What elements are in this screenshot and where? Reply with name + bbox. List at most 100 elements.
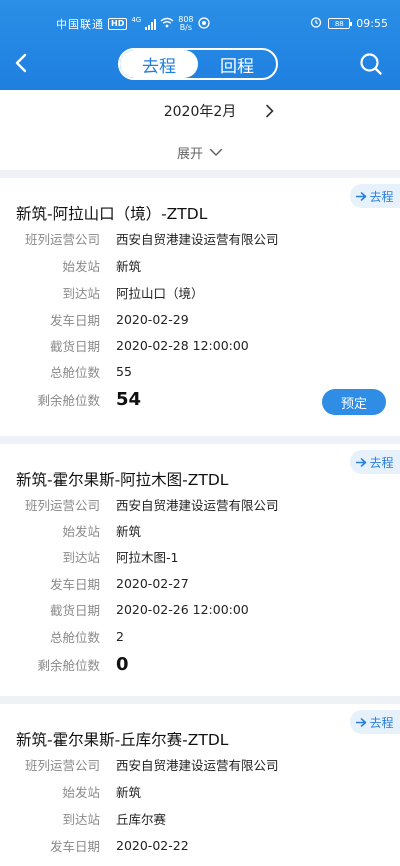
field-row: 始发站 新筑 [0, 255, 400, 275]
field-value: 55 [116, 363, 132, 379]
direction-tag-label: 去程 [369, 715, 394, 730]
field-row: 截货日期 2020-02-26 12:00:00 [0, 599, 400, 619]
direction-switch: 去程 回程 [118, 48, 278, 80]
direction-tag: 去程 [350, 450, 400, 474]
remaining-seats-value: 0 [116, 653, 129, 675]
field-value: 新筑 [116, 784, 142, 800]
field-value: 阿拉山口（境） [116, 285, 204, 301]
field-row: 发车日期 2020-02-22 [0, 835, 400, 855]
route-title: 新筑-阿拉山口（境）-ZTDL [16, 205, 208, 223]
field-value: 2020-02-26 12:00:00 [116, 601, 249, 617]
expand-label: 展开 [176, 146, 203, 162]
book-button[interactable]: 预定 [322, 389, 386, 415]
field-row: 到达站 阿拉木图-1 [0, 546, 400, 566]
field-value: 2020-02-22 [116, 837, 189, 853]
remaining-seats-value: 54 [116, 388, 142, 410]
direction-tag: 去程 [350, 184, 400, 208]
field-label: 剩余舱位数 [37, 657, 100, 673]
field-row: 到达站 阿拉山口（境） [0, 282, 400, 302]
chevron-down-icon [209, 148, 223, 156]
month-row: 2020年2月 [0, 100, 400, 122]
status-time: 09:55 [356, 17, 388, 30]
search-icon [360, 53, 382, 75]
field-row: 总舱位数 2 [0, 626, 400, 646]
route-title: 新筑-霍尔果斯-丘库尔赛-ZTDL [16, 731, 229, 749]
field-row: 始发站 新筑 [0, 781, 400, 801]
expand-calendar-button[interactable]: 展开 [0, 142, 400, 162]
field-value: 2020-02-28 12:00:00 [116, 337, 249, 353]
field-label: 班列运营公司 [24, 757, 100, 773]
field-label: 始发站 [62, 523, 100, 539]
field-value: 2 [116, 628, 124, 644]
field-value: 丘库尔赛 [116, 811, 167, 827]
field-label: 剩余舱位数 [37, 392, 100, 408]
arrow-right-icon [356, 191, 367, 201]
field-row: 截货日期 2020-02-28 12:00:00 [0, 335, 400, 355]
field-row: 始发站 新筑 [0, 520, 400, 540]
field-row: 发车日期 2020-02-29 [0, 309, 400, 329]
field-value: 2020-02-29 [116, 311, 189, 327]
field-value: 阿拉木图-1 [116, 549, 179, 565]
field-label: 发车日期 [49, 312, 100, 328]
field-row: 总舱位数 55 [0, 361, 400, 381]
status-right: 88 09:55 [310, 16, 388, 31]
field-value: 西安自贸港建设运营有限公司 [116, 757, 279, 773]
field-label: 到达站 [62, 811, 100, 827]
field-value: 新筑 [116, 523, 142, 539]
tab-return[interactable]: 回程 [198, 50, 276, 78]
field-row: 发车日期 2020-02-27 [0, 573, 400, 593]
field-value: 西安自贸港建设运营有限公司 [116, 231, 279, 247]
arrow-right-icon [356, 717, 367, 727]
chevron-left-icon [15, 53, 27, 73]
route-title: 新筑-霍尔果斯-阿拉木图-ZTDL [16, 471, 229, 489]
notification-icon [197, 16, 210, 32]
battery-level: 88 [334, 19, 344, 28]
field-value: 新筑 [116, 258, 142, 274]
battery-icon: 88 [328, 18, 353, 29]
field-label: 发车日期 [49, 576, 100, 592]
status-bar: 中国联通 HD 4G 808 B/s 88 09:55 [0, 0, 400, 46]
next-month-button[interactable] [260, 100, 280, 122]
speed-indicator: 808 B/s [178, 16, 193, 32]
field-row: 班列运营公司 西安自贸港建设运营有限公司 [0, 228, 400, 248]
field-label: 班列运营公司 [24, 497, 100, 513]
tab-outbound[interactable]: 去程 [120, 50, 198, 78]
carrier-label: 中国联通 [56, 18, 104, 31]
direction-tag-label: 去程 [369, 455, 394, 470]
field-label: 到达站 [62, 285, 100, 301]
direction-tag-label: 去程 [369, 189, 394, 204]
field-label: 到达站 [62, 549, 100, 565]
status-left: 中国联通 HD 4G 808 B/s [56, 16, 210, 32]
field-label: 截货日期 [49, 338, 100, 354]
direction-tag: 去程 [350, 710, 400, 734]
network-label: 4G [131, 16, 142, 24]
field-label: 始发站 [62, 784, 100, 800]
field-label: 总舱位数 [49, 629, 100, 645]
field-row: 到达站 丘库尔赛 [0, 808, 400, 828]
signal-icon [145, 18, 157, 30]
train-card[interactable]: 去程 新筑-霍尔果斯-阿拉木图-ZTDL 班列运营公司 西安自贸港建设运营有限公司… [0, 444, 400, 696]
wifi-icon [160, 17, 174, 31]
field-label: 发车日期 [49, 838, 100, 854]
alarm-icon [310, 16, 322, 31]
hd-badge: HD [108, 18, 128, 30]
arrow-right-icon [356, 457, 367, 467]
current-month: 2020年2月 [163, 104, 237, 120]
field-label: 班列运营公司 [24, 231, 100, 247]
field-row: 剩余舱位数 0 [0, 653, 400, 675]
field-label: 截货日期 [49, 602, 100, 618]
speed-unit: B/s [179, 23, 193, 32]
train-card[interactable]: 去程 新筑-霍尔果斯-丘库尔赛-ZTDL 班列运营公司 西安自贸港建设运营有限公司… [0, 704, 400, 866]
field-row: 班列运营公司 西安自贸港建设运营有限公司 [0, 754, 400, 774]
chevron-right-icon [266, 104, 274, 118]
field-value: 西安自贸港建设运营有限公司 [116, 497, 279, 513]
field-label: 总舱位数 [49, 364, 100, 380]
back-button[interactable] [6, 48, 36, 78]
field-row: 班列运营公司 西安自贸港建设运营有限公司 [0, 494, 400, 514]
calendar-panel: 2020年2月 展开 [0, 90, 400, 170]
field-value: 2020-02-27 [116, 575, 189, 591]
train-card[interactable]: 去程 新筑-阿拉山口（境）-ZTDL 班列运营公司 西安自贸港建设运营有限公司 始… [0, 178, 400, 436]
app-header: 中国联通 HD 4G 808 B/s 88 09:55 去程 回程 [0, 0, 400, 90]
field-label: 始发站 [62, 258, 100, 274]
search-button[interactable] [356, 49, 386, 79]
